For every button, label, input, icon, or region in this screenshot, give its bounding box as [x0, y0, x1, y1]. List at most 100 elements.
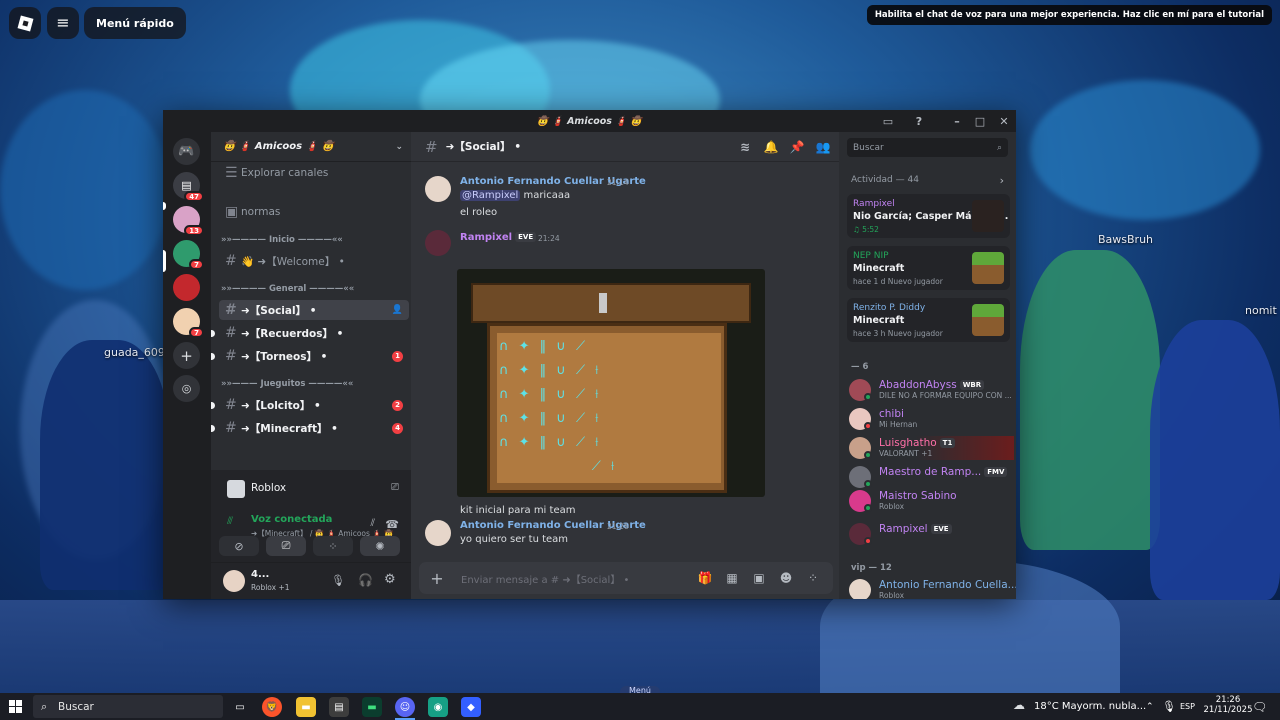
emoji-icon[interactable]: ☻: [778, 570, 794, 586]
rules-icon: ▣: [225, 204, 239, 220]
microphone-icon[interactable]: 🎙: [331, 574, 345, 587]
member-item[interactable]: Luisghatho T1 VALORANT +1: [849, 436, 1014, 460]
list-icon: ☰: [225, 165, 238, 181]
user-name[interactable]: 4...: [251, 569, 269, 580]
author-avatar[interactable]: [425, 230, 451, 256]
clock[interactable]: 21:26 21/11/2025: [1203, 689, 1253, 716]
discord-home-button[interactable]: 🎮: [173, 138, 200, 165]
taskbar-search[interactable]: ⌕ Buscar: [33, 695, 223, 718]
windows-start-icon[interactable]: [9, 700, 22, 713]
roblox-taskbar-icon[interactable]: ◆: [461, 697, 481, 717]
server-5[interactable]: 7: [173, 308, 204, 338]
server-3[interactable]: 7: [173, 240, 204, 270]
voice-status[interactable]: Voz conectada: [251, 514, 332, 525]
app-icon[interactable]: ◉: [428, 697, 448, 717]
message-author[interactable]: Rampixel EVE: [460, 232, 537, 243]
server-1[interactable]: ▤ 47: [173, 172, 204, 202]
apps-icon[interactable]: ⁘: [805, 570, 821, 586]
close-button[interactable]: ✕: [992, 110, 1016, 132]
category-inicio[interactable]: »»———— Inicio ————««: [221, 235, 343, 245]
language-indicator[interactable]: ESP: [1180, 693, 1195, 720]
camera-off-button[interactable]: ⊘: [219, 536, 259, 556]
gif-icon[interactable]: ▦: [724, 570, 740, 586]
member-item[interactable]: AbaddonAbyss WBR DILE NO A FORMAR EQUIPO …: [849, 378, 1014, 402]
weather-text[interactable]: 18°C Mayorm. nubla...: [1034, 693, 1146, 720]
voice-chat-tip[interactable]: Habilita el chat de voz para una mejor e…: [866, 5, 1272, 25]
explore-channels[interactable]: ☰ Explorar canales: [219, 163, 409, 183]
quick-menu-button[interactable]: Menú rápido: [84, 7, 186, 39]
attached-image[interactable]: ∩ ✦ ‖ ∪ ⟋ ∩ ✦ ‖ ∪ ⟋ ⟊ ∩ ✦ ‖ ∪ ⟋ ⟊ ∩ ✦ ‖ ∪ ⟋…: [457, 269, 765, 497]
screen-icon: ⎚: [281, 539, 291, 552]
soundboard-button[interactable]: ✺: [360, 536, 400, 556]
task-view-icon[interactable]: ▭: [230, 697, 250, 717]
terminal-icon[interactable]: ▬: [362, 697, 382, 717]
category-general[interactable]: »»———— General ————««: [221, 284, 354, 294]
notification-icon[interactable]: 🗨: [1252, 693, 1267, 720]
maximize-button[interactable]: □: [968, 110, 992, 132]
user-mention[interactable]: @Rampixel: [460, 190, 521, 201]
microphone-icon[interactable]: 🎙: [1162, 693, 1176, 720]
share-screen-button[interactable]: ⎚: [266, 536, 306, 556]
author-avatar[interactable]: [425, 176, 451, 202]
user-avatar[interactable]: [223, 570, 245, 592]
server-2[interactable]: 13: [173, 206, 204, 236]
settings-gear-icon[interactable]: ⚙: [384, 572, 396, 587]
channel-lolcito[interactable]: # ➜【Lolcito】 • 2: [211, 395, 409, 415]
noise-suppression-icon[interactable]: ⫽: [371, 518, 375, 529]
inbox-icon[interactable]: ▭: [876, 110, 900, 132]
activities-button[interactable]: ⁘: [313, 536, 353, 556]
category-jueguitos[interactable]: »»——— Jueguitos ————««: [221, 379, 353, 389]
activity-expand-icon[interactable]: ›: [1000, 174, 1004, 187]
channel-title: ➜【Social】 •: [445, 141, 522, 153]
file-explorer-icon[interactable]: ▬: [296, 697, 316, 717]
tray-chevron-icon[interactable]: ⌃: [1146, 693, 1154, 720]
channel-minecraft[interactable]: # ➜【Minecraft】 • 4: [211, 418, 409, 438]
add-attachment-icon[interactable]: +: [429, 569, 445, 588]
activity-card[interactable]: Renzito P. Diddy Minecraft hace 3 h Nuev…: [847, 298, 1010, 342]
threads-icon[interactable]: ≋: [737, 139, 753, 155]
member-item[interactable]: Rampixel EVE: [849, 522, 1014, 546]
sticker-icon[interactable]: ▣: [751, 570, 767, 586]
player-label-nomit: nomit: [1245, 304, 1277, 317]
app-icon[interactable]: ▤: [329, 697, 349, 717]
activity-card[interactable]: Rampixel Nio García; Casper Mágico;... ♫…: [847, 194, 1010, 238]
author-avatar[interactable]: [425, 520, 451, 546]
message-text: yo quiero ser tu team: [460, 534, 569, 545]
roblox-app-icon: [227, 480, 245, 498]
hamburger-menu-button[interactable]: ≡: [47, 7, 79, 39]
guild-header[interactable]: 🤠 🧯 Amicoos 🧯 🤠 ⌄: [211, 132, 411, 162]
member-list-icon[interactable]: 👥: [815, 139, 831, 155]
member-item[interactable]: Maestro de Ramp... FMV: [849, 465, 1014, 489]
search-input[interactable]: Buscar ⌕: [847, 138, 1008, 157]
channel-recuerdos[interactable]: # ➜【Recuerdos】 •: [211, 323, 409, 343]
activity-panel: Roblox ⎚ ⫻ Voz conectada ➜【Minecraft】 / …: [211, 470, 411, 562]
channel-welcome[interactable]: # 👋 ➜【Welcome】 •: [219, 251, 409, 271]
roblox-logo-button[interactable]: [9, 7, 41, 39]
channel-torneos[interactable]: # ➜【Torneos】 • 1: [211, 346, 409, 366]
channel-social[interactable]: # ➜【Social】 • 👤: [219, 300, 409, 320]
add-member-icon[interactable]: 👤: [392, 305, 403, 315]
pin-icon[interactable]: 📌: [789, 139, 805, 155]
disconnect-icon[interactable]: ☎: [385, 518, 399, 531]
discover-button[interactable]: ◎: [173, 375, 200, 402]
camera-off-icon: ⊘: [234, 539, 244, 553]
gift-icon[interactable]: 🎁: [697, 570, 713, 586]
help-icon[interactable]: ?: [907, 110, 931, 132]
brave-icon[interactable]: 🦁: [262, 697, 282, 717]
composer-input[interactable]: Enviar mensaje a # ➜【Social】 •: [461, 571, 629, 586]
headphones-icon[interactable]: 🎧: [358, 573, 373, 587]
discord-taskbar-icon[interactable]: ☺: [395, 697, 415, 717]
search-icon: ⌕: [996, 142, 1002, 153]
screen-share-icon[interactable]: ⎚: [391, 482, 399, 493]
server-4[interactable]: [173, 274, 200, 301]
add-server-button[interactable]: +: [173, 342, 200, 369]
message-composer[interactable]: + Enviar mensaje a # ➜【Social】 • 🎁 ▦ ▣ ☻…: [419, 562, 833, 594]
member-item[interactable]: chibi Mi Hernan: [849, 407, 1014, 431]
minimize-button[interactable]: –: [945, 110, 969, 132]
channel-normas[interactable]: ▣ normas: [219, 202, 409, 222]
role-section-header: vip — 12: [851, 563, 892, 573]
member-item[interactable]: Maistro Sabino Roblox: [849, 489, 1014, 513]
member-item[interactable]: Antonio Fernando Cuella... Roblox: [849, 578, 1016, 599]
bell-icon[interactable]: 🔔: [763, 139, 779, 155]
activity-card[interactable]: NEP NIP Minecraft hace 1 d Nuevo jugador: [847, 246, 1010, 290]
